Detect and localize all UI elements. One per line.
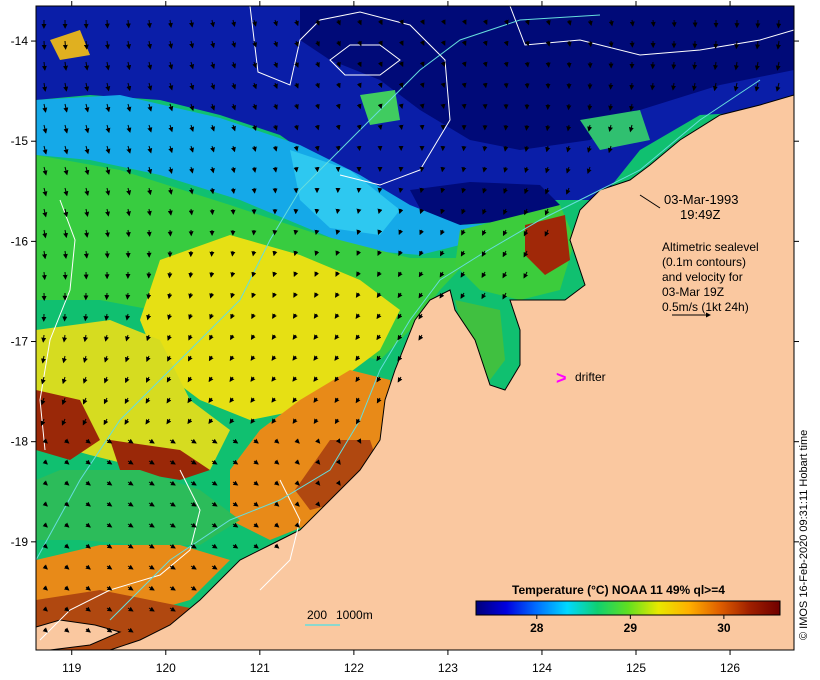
velocity-arrow	[461, 103, 467, 110]
lon-label: 121	[250, 661, 270, 675]
depth-label-200: 200	[307, 608, 327, 622]
velocity-arrow	[524, 124, 530, 131]
velocity-arrow	[734, 40, 740, 50]
date-line-2: 19:49Z	[680, 207, 721, 222]
lon-label: 124	[532, 661, 552, 675]
velocity-arrow	[545, 61, 551, 68]
velocity-arrow	[167, 271, 173, 279]
alt-line-5: 0.5m/s (1kt 24h)	[662, 300, 749, 314]
colorbar-tick-label: 30	[717, 621, 731, 635]
lon-label: 119	[62, 661, 81, 675]
lat-label: -19	[11, 535, 29, 549]
lat-label: -14	[11, 34, 29, 48]
velocity-arrow	[356, 145, 362, 152]
lon-label: 126	[720, 661, 740, 675]
lon-label: 123	[438, 661, 458, 675]
velocity-arrow	[587, 103, 593, 111]
velocity-arrow	[104, 250, 110, 259]
velocity-arrow	[566, 61, 572, 69]
velocity-arrow	[650, 19, 656, 27]
velocity-arrow	[482, 145, 488, 152]
lat-label: -18	[11, 435, 29, 449]
drifter-symbol: >	[556, 368, 567, 388]
date-line-1: 03-Mar-1993	[664, 192, 738, 207]
velocity-arrow	[335, 208, 341, 215]
velocity-arrow	[398, 124, 404, 130]
velocity-arrow	[776, 19, 782, 29]
lat-label: -15	[11, 134, 29, 148]
velocity-arrow	[209, 208, 215, 216]
velocity-arrow	[314, 166, 320, 173]
velocity-arrow	[503, 82, 509, 89]
alt-line-2: (0.1m contours)	[662, 255, 746, 269]
alt-line-3: and velocity for	[662, 270, 743, 284]
velocity-arrow	[62, 40, 68, 50]
colorbar-tick-label: 29	[624, 621, 638, 635]
lat-label: -16	[11, 234, 29, 248]
map-figure: -14 -15 -16 -17 -18 -19 119 120 121 122 123 124 125…	[11, 1, 799, 675]
velocity-arrow	[251, 187, 257, 194]
lon-label: 125	[626, 661, 646, 675]
velocity-arrow	[146, 229, 152, 237]
velocity-arrow	[419, 166, 425, 173]
velocity-arrow	[125, 292, 131, 300]
velocity-arrow	[272, 229, 278, 236]
lon-label: 120	[156, 661, 176, 675]
lat-label: -17	[11, 335, 29, 349]
velocity-arrow	[608, 40, 614, 48]
velocity-arrow	[671, 61, 677, 70]
alt-line-1: Altimetric sealevel	[662, 240, 759, 254]
lon-label: 122	[344, 661, 364, 675]
velocity-arrow	[41, 271, 47, 281]
credit-text: © IMOS 16-Feb-2020 09:31:11 Hobart time	[798, 429, 810, 640]
velocity-arrow	[629, 82, 635, 91]
velocity-arrow	[83, 313, 89, 322]
colorbar-title: Temperature (°C) NOAA 11 49% ql>=4	[512, 583, 725, 597]
velocity-arrow	[62, 271, 68, 280]
velocity-arrow	[104, 19, 110, 29]
colorbar-bar	[475, 600, 781, 616]
depth-label-1000: 1000m	[336, 608, 373, 622]
velocity-arrow	[377, 187, 383, 193]
velocity-arrow	[230, 250, 236, 257]
velocity-arrow	[293, 166, 299, 173]
colorbar-tick-label: 28	[530, 621, 544, 635]
drifter-label: drifter	[575, 370, 606, 384]
alt-line-4: 03-Mar 19Z	[662, 285, 724, 299]
map-area	[36, 6, 794, 650]
